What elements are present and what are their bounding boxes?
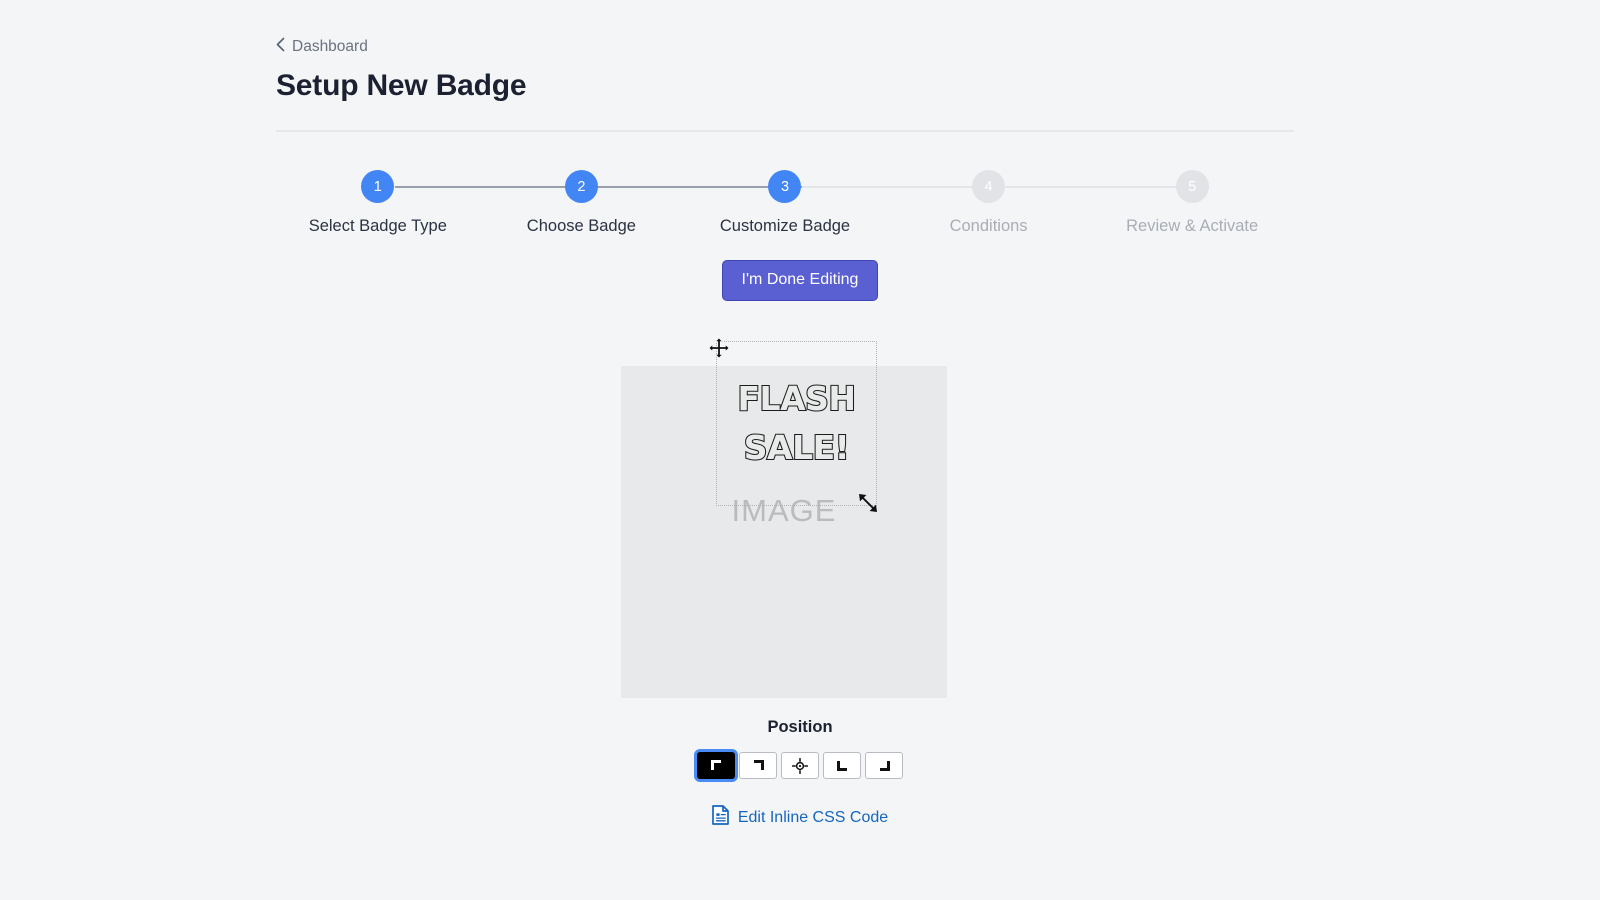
corner-bottom-left-icon: [835, 758, 850, 773]
badge-selection-box[interactable]: [716, 341, 877, 506]
page-header: Dashboard Setup New Badge: [276, 0, 1294, 132]
css-link-row: Edit Inline CSS Code: [0, 805, 1600, 830]
step-review-activate[interactable]: 5 Review & Activate: [1090, 170, 1294, 236]
step-number: 3: [768, 170, 801, 203]
position-button-top-right[interactable]: [739, 752, 777, 779]
done-editing-button[interactable]: I'm Done Editing: [722, 260, 879, 301]
done-button-row: I'm Done Editing: [0, 260, 1600, 301]
step-number: 2: [565, 170, 598, 203]
breadcrumb-dashboard[interactable]: Dashboard: [276, 38, 368, 55]
header-divider: [276, 130, 1294, 132]
chevron-left-icon: [276, 38, 285, 55]
document-icon: [712, 805, 729, 830]
edit-inline-css-link[interactable]: Edit Inline CSS Code: [712, 805, 888, 830]
position-label: Position: [767, 718, 832, 737]
badge-setup-page: Dashboard Setup New Badge 1 Select Badge…: [0, 0, 1600, 900]
wizard-stepper: 1 Select Badge Type 2 Choose Badge 3 Cus…: [276, 170, 1294, 236]
step-customize-badge[interactable]: 3 Customize Badge: [683, 170, 887, 236]
step-select-badge-type[interactable]: 1 Select Badge Type: [276, 170, 480, 236]
step-number: 1: [361, 170, 394, 203]
position-button-group: [697, 752, 903, 779]
position-button-bottom-left[interactable]: [823, 752, 861, 779]
page-title: Setup New Badge: [276, 67, 1294, 105]
step-number: 5: [1176, 170, 1209, 203]
position-button-top-left[interactable]: [697, 752, 735, 779]
step-number: 4: [972, 170, 1005, 203]
edit-inline-css-label: Edit Inline CSS Code: [738, 809, 888, 827]
position-button-center[interactable]: [781, 752, 819, 779]
step-conditions[interactable]: 4 Conditions: [887, 170, 1091, 236]
position-button-bottom-right[interactable]: [865, 752, 903, 779]
step-label: Review & Activate: [1126, 217, 1258, 236]
position-section: Position: [0, 718, 1600, 779]
breadcrumb-label: Dashboard: [292, 39, 368, 55]
corner-bottom-right-icon: [877, 758, 892, 773]
move-handle-icon[interactable]: [708, 337, 730, 359]
resize-handle-icon[interactable]: [857, 492, 879, 514]
step-choose-badge[interactable]: 2 Choose Badge: [480, 170, 684, 236]
step-label: Select Badge Type: [309, 217, 447, 236]
corner-top-left-icon: [709, 758, 724, 773]
center-target-icon: [792, 758, 808, 774]
step-label: Customize Badge: [720, 217, 850, 236]
step-label: Conditions: [950, 217, 1028, 236]
step-label: Choose Badge: [527, 217, 636, 236]
corner-top-right-icon: [751, 758, 766, 773]
